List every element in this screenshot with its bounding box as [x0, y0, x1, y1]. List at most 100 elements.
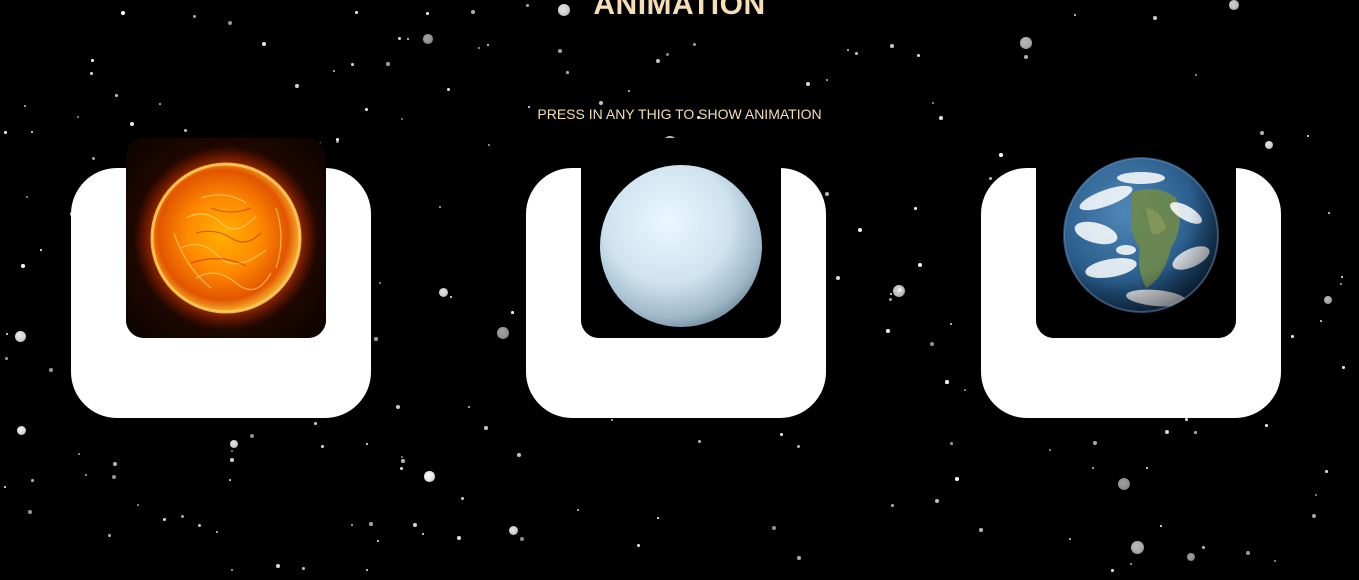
star-dot [932, 102, 934, 104]
star-dot [15, 331, 27, 343]
star-dot [1341, 276, 1344, 279]
star-dot [91, 59, 94, 62]
star-dot [520, 537, 525, 542]
star-dot [950, 442, 953, 445]
star-dot [1342, 366, 1346, 370]
star-dot [999, 153, 1003, 157]
star-dot [336, 138, 340, 142]
star-dot [230, 440, 239, 449]
star-dot [950, 323, 953, 326]
star-dot [439, 288, 449, 298]
star-dot [890, 44, 894, 48]
star-dot [930, 342, 934, 346]
star-dot [351, 524, 354, 527]
star-dot [797, 556, 801, 560]
star-dot [198, 524, 202, 528]
star-dot [858, 228, 862, 232]
star-dot [893, 285, 905, 297]
star-dot [351, 63, 355, 67]
star-dot [113, 462, 118, 467]
star-dot [28, 510, 32, 514]
star-dot [780, 433, 784, 437]
star-dot [295, 84, 299, 88]
earth-card[interactable] [981, 138, 1281, 418]
star-dot [836, 276, 841, 281]
star-dot [377, 540, 380, 543]
star-dot [422, 533, 425, 536]
uranus-tile[interactable] [581, 138, 781, 338]
star-dot [21, 264, 26, 269]
uranus-card[interactable] [526, 138, 826, 418]
star-dot [889, 298, 892, 301]
earth-tile[interactable] [1036, 138, 1236, 338]
star-dot [78, 453, 81, 456]
star-dot [366, 569, 368, 571]
star-dot [229, 479, 231, 481]
star-dot [401, 456, 404, 459]
star-dot [772, 526, 776, 530]
sun-tile[interactable] [126, 138, 326, 338]
star-dot [855, 52, 858, 55]
star-dot [917, 54, 921, 58]
star-dot [398, 37, 401, 40]
star-dot [112, 475, 117, 480]
star-dot [698, 440, 702, 444]
star-dot [413, 523, 417, 527]
star-dot [599, 101, 604, 106]
star-dot [1165, 430, 1170, 435]
star-dot [611, 419, 613, 421]
star-dot [1185, 418, 1188, 421]
planet-uranus-icon [581, 138, 781, 338]
star-dot [1093, 441, 1098, 446]
star-dot [115, 94, 119, 98]
star-dot [693, 43, 696, 46]
star-dot [1049, 449, 1051, 451]
star-dot [181, 515, 184, 518]
star-dot [484, 426, 488, 430]
star-dot [955, 477, 959, 481]
star-dot [1265, 424, 1269, 428]
star-dot [497, 327, 509, 339]
star-dot [1131, 541, 1144, 554]
star-dot [386, 62, 391, 67]
star-dot [231, 450, 234, 453]
star-dot [1092, 467, 1095, 470]
star-dot [914, 207, 918, 211]
star-dot [487, 44, 490, 47]
star-dot [558, 49, 562, 53]
star-dot [1195, 74, 1197, 76]
star-dot [1020, 37, 1032, 49]
star-dot [184, 129, 188, 133]
star-dot [26, 196, 29, 199]
star-dot [825, 192, 830, 197]
star-dot [1340, 283, 1342, 285]
star-dot [1111, 569, 1114, 572]
star-dot [49, 368, 53, 372]
star-dot [891, 504, 894, 507]
star-dot [333, 70, 335, 72]
star-dot [92, 157, 96, 161]
star-dot [439, 206, 441, 208]
instruction-text: PRESS IN ANY THIG TO SHOW ANIMATION [537, 106, 822, 122]
star-dot [31, 131, 33, 133]
star-dot [1291, 335, 1294, 338]
star-dot [314, 422, 317, 425]
star-dot [461, 497, 465, 501]
star-dot [90, 72, 93, 75]
space-stage: ANIMATION PRESS IN ANY THIG TO SHOW ANIM… [0, 0, 1359, 580]
star-dot [826, 79, 828, 81]
star-dot [40, 249, 42, 251]
star-dot [1160, 525, 1162, 527]
star-dot [517, 453, 521, 457]
star-dot [5, 357, 8, 360]
star-dot [945, 380, 949, 384]
star-dot [657, 517, 659, 519]
star-dot [250, 434, 255, 439]
star-dot [407, 38, 409, 40]
sun-card[interactable] [71, 138, 371, 418]
star-dot [4, 131, 8, 135]
star-dot [262, 42, 266, 46]
star-dot [302, 567, 306, 571]
sun-icon [126, 138, 326, 338]
star-dot [1265, 141, 1274, 150]
